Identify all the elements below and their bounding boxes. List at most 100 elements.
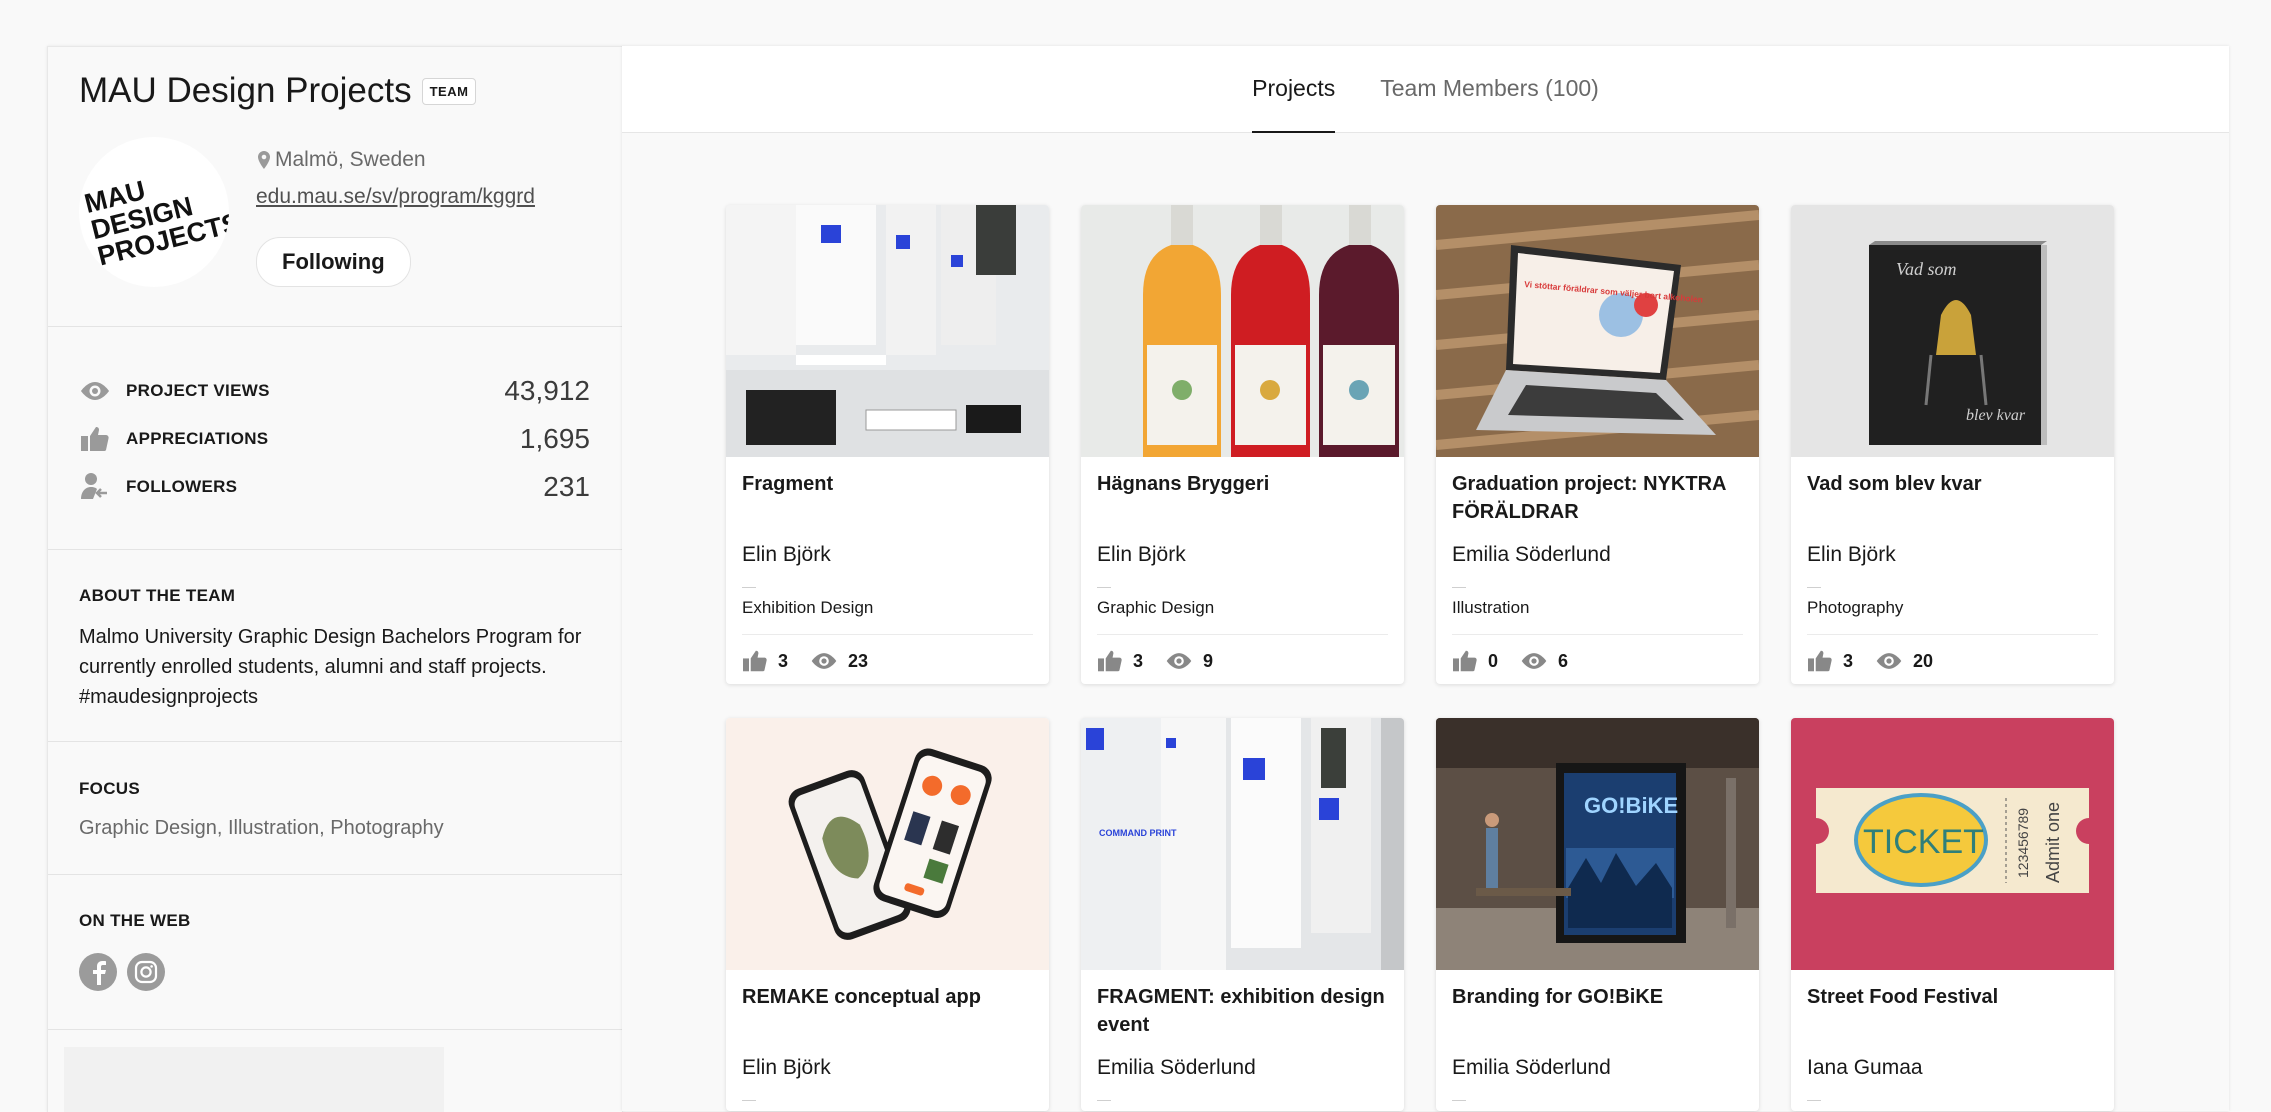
project-field[interactable]: Photography [1807, 598, 1903, 618]
project-title[interactable]: Hägnans Bryggeri [1097, 470, 1392, 498]
project-card[interactable]: TICKET 123456789 Admit one Street Food F… [1791, 718, 2114, 1111]
project-owner[interactable]: Elin Björk [1807, 543, 1896, 567]
likes-count: 0 [1488, 650, 1499, 671]
project-field[interactable]: Illustration [1452, 598, 1529, 618]
team-title: MAU Design Projects TEAM [79, 71, 477, 111]
project-card[interactable]: Vad som blev kvar Vad som blev kvar Elin… [1791, 205, 2114, 684]
project-thumbnail[interactable]: GO!BiKE [1436, 718, 1759, 970]
stat-label: FOLLOWERS [126, 477, 238, 496]
views-count: 23 [848, 650, 869, 671]
team-sidebar: MAU Design Projects TEAM MAU DESIGN PROJ… [47, 46, 623, 1112]
divider [1807, 634, 2098, 635]
stat-label: PROJECT VIEWS [126, 381, 270, 400]
project-thumbnail[interactable] [726, 205, 1049, 457]
stat-followers: FOLLOWERS 231 [78, 467, 590, 507]
project-stats: 3 9 [1097, 649, 1235, 673]
following-button[interactable]: Following [256, 237, 411, 287]
eye-icon [810, 651, 838, 671]
project-title[interactable]: Street Food Festival [1807, 983, 2102, 1011]
focus-separator: , [319, 817, 325, 839]
project-thumbnail[interactable]: COMMAND PRINT [1081, 718, 1404, 970]
focus-heading: FOCUS [79, 779, 140, 798]
divider [1452, 1100, 1466, 1101]
focus-item[interactable]: Photography [330, 817, 443, 839]
project-title[interactable]: REMAKE conceptual app [742, 983, 1037, 1011]
eye-icon [1520, 651, 1548, 671]
divider [48, 549, 622, 550]
project-owner[interactable]: Elin Björk [1097, 543, 1186, 567]
project-title[interactable]: Branding for GO!BiKE [1452, 983, 1747, 1011]
team-website-link[interactable]: edu.mau.se/sv/program/kggrd [256, 185, 535, 209]
project-owner[interactable]: Emilia Söderlund [1452, 543, 1611, 567]
divider [48, 1029, 622, 1030]
project-card[interactable]: Fragment Elin Björk Exhibition Design 3 … [726, 205, 1049, 684]
book-subtitle: blev kvar [1966, 407, 2026, 424]
thumbs-up-icon [742, 649, 768, 673]
project-owner[interactable]: Iana Gumaa [1807, 1056, 1923, 1080]
project-thumbnail[interactable]: Vi stöttar föräldrar som väljer bort alk… [1436, 205, 1759, 457]
thumbs-up-icon [1452, 649, 1478, 673]
views-count: 20 [1913, 650, 1934, 671]
project-field[interactable]: Exhibition Design [742, 598, 873, 618]
project-card[interactable]: REMAKE conceptual app Elin Björk [726, 718, 1049, 1111]
project-owner[interactable]: Emilia Söderlund [1452, 1056, 1611, 1080]
project-title[interactable]: Fragment [742, 470, 1037, 498]
project-card[interactable]: COMMAND PRINT FRAGMENT: exhibition desig… [1081, 718, 1404, 1111]
about-heading: ABOUT THE TEAM [79, 586, 236, 605]
project-stats: 0 6 [1452, 649, 1590, 673]
location-pin-icon [258, 151, 270, 169]
tab-projects[interactable]: Projects [1252, 46, 1336, 133]
project-thumbnail[interactable]: Vad som blev kvar [1791, 205, 2114, 457]
focus-item[interactable]: Illustration [228, 817, 319, 839]
project-field[interactable]: Graphic Design [1097, 598, 1214, 618]
stat-project-views: PROJECT VIEWS 43,912 [78, 371, 590, 411]
team-name: MAU Design Projects [79, 71, 412, 110]
divider [48, 326, 622, 327]
divider [1807, 1100, 1821, 1101]
focus-separator: , [216, 817, 223, 839]
divider [1452, 634, 1743, 635]
project-title[interactable]: Vad som blev kvar [1807, 470, 2102, 498]
stat-value: 43,912 [504, 375, 590, 406]
project-title[interactable]: Graduation project: NYKTRA FÖRÄLDRAR [1452, 470, 1747, 526]
focus-item[interactable]: Graphic Design [79, 817, 217, 839]
project-thumbnail[interactable] [726, 718, 1049, 970]
team-badge: TEAM [421, 77, 477, 105]
followers-icon [78, 470, 112, 504]
divider [48, 874, 622, 875]
sidebar-footer-placeholder [64, 1047, 444, 1112]
ticket-admit: Admit one [2043, 802, 2063, 883]
project-stats: 3 23 [742, 649, 890, 673]
project-card[interactable]: Hägnans Bryggeri Elin Björk Graphic Desi… [1081, 205, 1404, 684]
team-logo: MAU DESIGN PROJECTS [81, 175, 229, 271]
facebook-icon[interactable] [79, 953, 117, 991]
book-title: Vad som [1896, 259, 1957, 279]
poster-text: COMMAND PRINT [1099, 828, 1177, 838]
divider [1452, 587, 1466, 588]
team-location: Malmö, Sweden [256, 148, 426, 172]
project-thumbnail[interactable] [1081, 205, 1404, 457]
team-avatar[interactable]: MAU DESIGN PROJECTS [79, 137, 229, 287]
thumbs-up-icon [78, 422, 112, 456]
ticket-number: 123456789 [2015, 808, 2031, 878]
project-card[interactable]: Vi stöttar föräldrar som väljer bort alk… [1436, 205, 1759, 684]
thumbs-up-icon [1807, 649, 1833, 673]
tab-team-members[interactable]: Team Members (100) [1380, 46, 1599, 132]
poster-text: GO!BiKE [1584, 793, 1678, 818]
focus-list: Graphic Design, Illustration, Photograph… [79, 817, 444, 840]
divider [742, 587, 756, 588]
project-thumbnail[interactable]: TICKET 123456789 Admit one [1791, 718, 2114, 970]
project-card[interactable]: GO!BiKE Branding for GO!BiKE Emilia Söde… [1436, 718, 1759, 1111]
main-content: Projects Team Members (100) Fragment Eli… [622, 46, 2229, 1111]
instagram-icon[interactable] [127, 953, 165, 991]
project-owner[interactable]: Emilia Söderlund [1097, 1056, 1256, 1080]
project-owner[interactable]: Elin Björk [742, 543, 831, 567]
divider [742, 1100, 756, 1101]
eye-icon [78, 374, 112, 408]
likes-count: 3 [778, 650, 789, 671]
stat-value: 1,695 [519, 423, 590, 454]
thumbs-up-icon [1097, 649, 1123, 673]
project-title[interactable]: FRAGMENT: exhibition design event [1097, 983, 1392, 1039]
project-owner[interactable]: Elin Björk [742, 1056, 831, 1080]
divider [48, 741, 622, 742]
